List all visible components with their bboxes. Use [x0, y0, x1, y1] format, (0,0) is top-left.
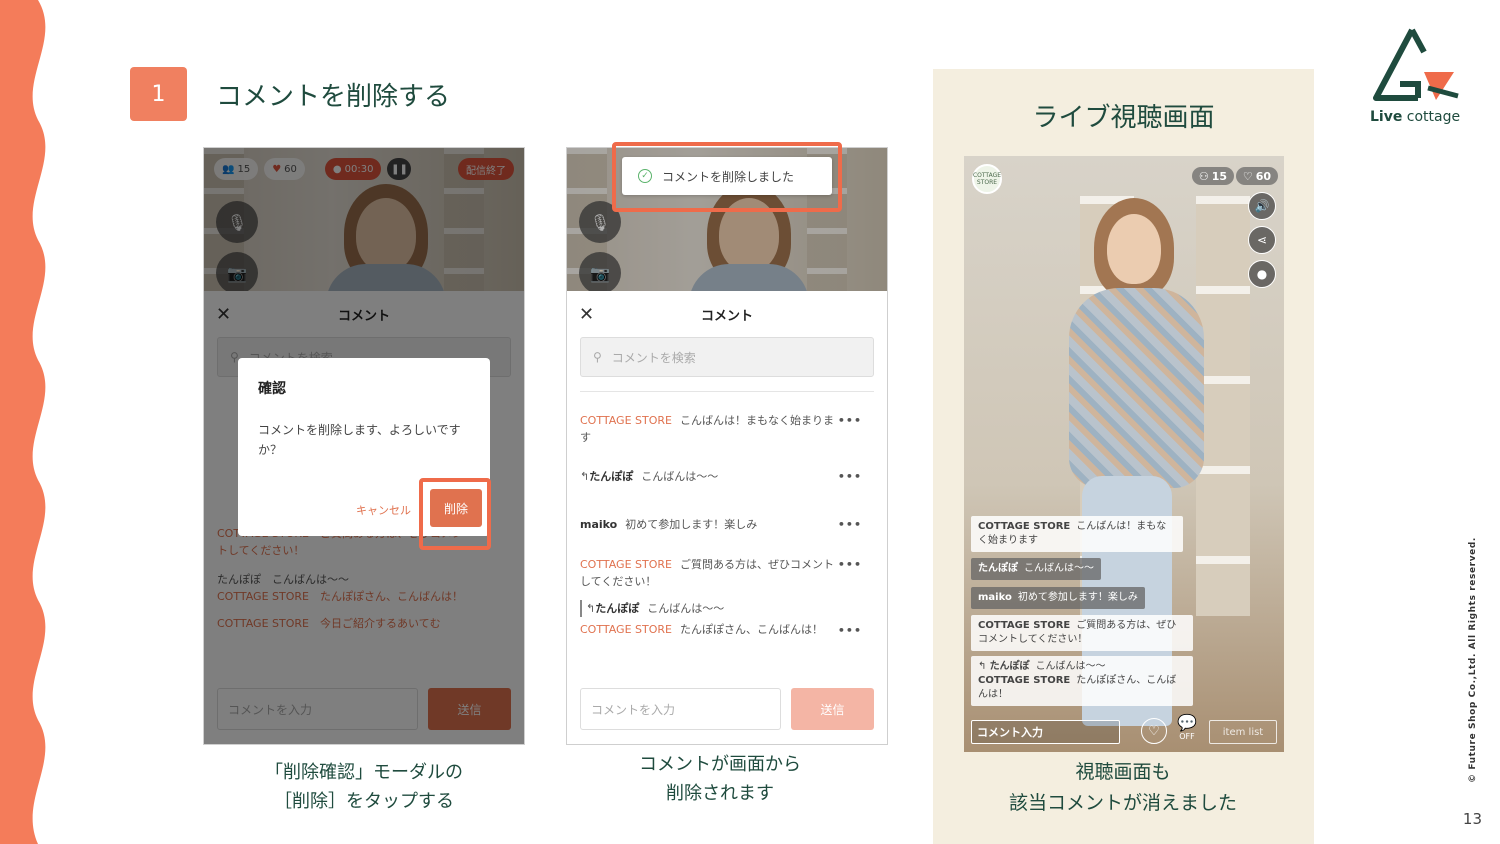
chat-icon: 💬 — [1177, 713, 1197, 732]
comment-input[interactable]: コメントを入力 — [580, 688, 781, 730]
more-icon[interactable]: ••• — [838, 412, 862, 429]
reply-icon: ↰ — [586, 602, 596, 615]
viewer-screenshot: COTTAGE STORE ⚇ 15 ♡ 60 🔊 ⋖ ● COTTAGE STOR… — [964, 156, 1284, 752]
sheet-title: コメント — [700, 308, 753, 324]
phone-screenshot-confirm: 👥15 ♥60 ●00:30 ❚❚ 配信終了 🎙 📷 ✕ コメント ⚲ コメント… — [203, 147, 525, 745]
share-icon: ⋖ — [1256, 233, 1268, 247]
divider — [580, 391, 874, 392]
camera-switch-button[interactable]: 📷 — [579, 252, 621, 291]
reply-icon: ↰ — [978, 661, 990, 672]
brand-name: Live cottage — [1370, 109, 1461, 125]
speaker-icon: 🔊 — [1254, 199, 1270, 213]
comment-input[interactable]: コメント入力 — [971, 720, 1120, 744]
like-count: ♡ 60 — [1235, 167, 1278, 185]
heart-icon: ♡ — [1148, 723, 1160, 739]
volume-button[interactable]: 🔊 — [1248, 192, 1276, 220]
more-icon[interactable]: ••• — [838, 516, 862, 533]
reply-icon: ↰ — [580, 470, 590, 483]
shop-logo[interactable]: COTTAGE STORE — [972, 164, 1002, 194]
caption-left: 「削除確認」モーダルの ［削除］をタップする — [265, 762, 463, 812]
page-number: 13 — [1462, 810, 1482, 828]
more-icon[interactable]: ••• — [838, 556, 862, 573]
more-icon[interactable]: ••• — [838, 622, 862, 639]
comment-sheet: ✕ コメント ⚲ コメントを検索 COTTAGE STORE こんばんは！まもなく… — [567, 291, 887, 744]
panel-title: ライブ視聴画面 — [1032, 103, 1215, 133]
list-item: ↰ たんぽぽ こんばんは〜〜 COTTAGE STORE たんぽぽさん、こんばんは！ — [971, 656, 1193, 706]
heart-icon: ♡ — [1242, 169, 1253, 183]
reply-quote: ↰たんぽぽ こんばんは〜〜 — [580, 600, 834, 617]
list-item: COTTAGE STORE こんばんは！まもなく始まります ••• — [580, 412, 862, 444]
step-number-badge: 1 — [130, 67, 187, 121]
more-icon[interactable]: ••• — [838, 468, 862, 485]
copyright: © Future Shop Co.,Ltd. All Rights reserv… — [1468, 537, 1478, 783]
comment-toggle-button[interactable]: 💬 OFF — [1177, 713, 1197, 742]
modal-message: コメントを削除します、よろしいですか？ — [258, 423, 461, 457]
like-button[interactable]: ♡ — [1141, 718, 1167, 744]
list-item: ↰たんぽぽ こんばんは〜〜 COTTAGE STORE たんぽぽさん、こんばんは！ … — [580, 600, 862, 639]
phone-screenshot-deleted: 🎙 📷 ✕ コメント ⚲ コメントを検索 COTTAGE STORE こんばんは！… — [566, 147, 888, 745]
list-item: COTTAGE STORE ご質問ある方は、ぜひコメントしてください！ — [971, 615, 1193, 651]
list-item: COTTAGE STORE ご質問ある方は、ぜひコメントしてください！ ••• — [580, 556, 862, 588]
cancel-button[interactable]: キャンセル — [356, 502, 411, 518]
close-icon[interactable]: ✕ — [579, 304, 594, 325]
list-item: たんぽぽ こんばんは〜〜 — [971, 558, 1101, 580]
send-button[interactable]: 送信 — [791, 688, 874, 730]
list-item: ↰たんぽぽ こんばんは〜〜 ••• — [580, 468, 862, 485]
modal-title: 確認 — [258, 381, 286, 397]
item-list-button[interactable]: item list — [1209, 720, 1277, 744]
decorative-wave — [0, 0, 46, 844]
list-item: maiko 初めて参加します！楽しみ — [971, 587, 1145, 609]
highlight-delete-button — [419, 478, 491, 550]
list-item: maiko 初めて参加します！楽しみ ••• — [580, 516, 862, 533]
highlight-toast — [612, 142, 842, 212]
caption-right: 視聴画面も 該当コメントが消えました — [1008, 761, 1237, 814]
user-icon: ● — [1256, 267, 1268, 281]
share-button[interactable]: ⋖ — [1248, 226, 1276, 254]
page-title: コメントを削除する — [216, 82, 451, 112]
comment-search-input[interactable]: ⚲ コメントを検索 — [580, 337, 874, 377]
viewer-panel: ライブ視聴画面 COTTAGE STORE ⚇ 15 ♡ 60 🔊 ⋖ ● COTT… — [933, 69, 1314, 844]
search-icon: ⚲ — [593, 350, 602, 364]
camera-icon: 📷 — [590, 263, 610, 283]
people-icon: ⚇ — [1198, 169, 1209, 183]
list-item: COTTAGE STORE こんばんは！まもなく始まります — [971, 516, 1183, 552]
caption-middle: コメントが画面から 削除されます — [639, 754, 801, 804]
viewer-count: ⚇ 15 — [1191, 167, 1234, 185]
profile-button[interactable]: ● — [1248, 260, 1276, 288]
mic-icon: 🎙 — [589, 212, 611, 232]
